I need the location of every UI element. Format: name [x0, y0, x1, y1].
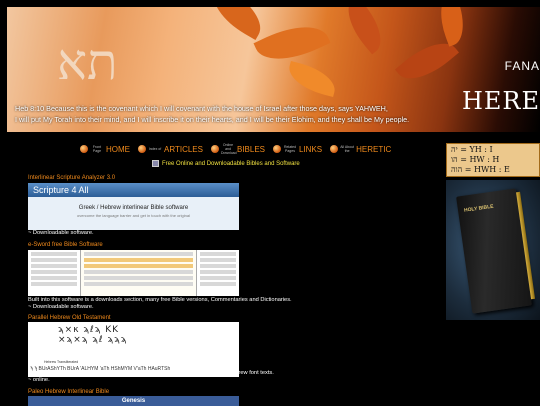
nav-bibles[interactable]: Online and Download BIBLES — [210, 143, 265, 155]
yhwh-line: יה = YH : I — [451, 145, 493, 154]
link-e-sword[interactable]: e-Sword free Bible Software — [28, 242, 103, 248]
verse-line-1: Heb 8:10 Because this is the covenant wh… — [15, 104, 388, 113]
bible-cover-title: HOLY BIBLE — [463, 203, 494, 214]
orange-ball-icon — [330, 145, 339, 153]
entry-description: The Parallel Hebrew Old Testament contai… — [28, 370, 274, 383]
bible-book-icon: HOLY BIBLE — [456, 188, 536, 314]
paleo-caption: Hebrew Transliterated — [44, 360, 79, 364]
nav-heretic[interactable]: All About the HERETIC — [330, 145, 391, 154]
verse-line-2: I will put My Torah into their mind, and… — [15, 115, 410, 124]
software-icon — [152, 160, 159, 167]
orange-ball-icon — [210, 145, 219, 153]
site-brand-line-2: HERE — [461, 87, 540, 115]
section-tagline: Free Online and Downloadable Bibles and … — [152, 160, 300, 167]
banner-verse: Heb 8:10 Because this is the covenant wh… — [15, 103, 435, 125]
nav-articles[interactable]: Index of ARTICLES — [138, 145, 203, 154]
e-sword-screenshot[interactable] — [28, 250, 239, 296]
nav-home[interactable]: Front Page HOME — [80, 145, 130, 154]
link-interlinear-scripture-analyzer[interactable]: Interlinear Scripture Analyzer 3.0 — [28, 175, 115, 181]
leaf-decoration — [203, 7, 271, 40]
leaf-decoration — [432, 7, 472, 47]
leaf-decoration — [336, 7, 393, 55]
paleo-glyph-line: ϡ×κ ϡℓϡ ΚK — [58, 325, 120, 335]
yhwh-line: הוה = HWH : E — [451, 165, 510, 174]
yhwh-name-box: יה = YH : I הו = HW : H הוה = HWH : E — [446, 143, 540, 177]
orange-ball-icon — [80, 145, 88, 153]
entry-description: ~ Downloadable software. — [28, 230, 94, 236]
scripture4all-banner-image[interactable]: Scripture 4 All Greek / Hebrew interline… — [28, 183, 239, 230]
entry-description: Built into this software is a downloads … — [28, 297, 292, 310]
scripture4all-heading: Greek / Hebrew interlinear Bible softwar… — [78, 205, 189, 211]
nav-links[interactable]: Related Pages LINKS — [273, 145, 322, 154]
paleo-hebrew-image[interactable]: ϡ×κ ϡℓϡ ΚK ×ϡ×ϡ ϡℓ ϡϡϡ Hebrew Transliter… — [28, 322, 239, 377]
holy-bible-image: HOLY BIBLE — [446, 180, 540, 320]
link-paleo-hebrew-interlinear[interactable]: Paleo Hebrew Interlinear Bible — [28, 389, 109, 395]
paleo-glyph-line: ×ϡ×ϡ ϡℓ ϡϡϡ — [58, 335, 128, 345]
orange-ball-icon — [138, 145, 146, 153]
scripture4all-subheading: overcome the language barrier and get in… — [77, 213, 190, 218]
site-brand-line-1: FANA — [504, 59, 540, 73]
yhwh-line: הו = HW : H — [451, 155, 500, 164]
hebrew-aleph-tav-logo: תא — [57, 33, 118, 91]
main-nav: Front Page HOME Index of ARTICLES Online a… — [80, 141, 391, 157]
header-banner: תא Heb 8:10 Because this is the covenant… — [7, 7, 540, 132]
link-parallel-hebrew-old-testament[interactable]: Parallel Hebrew Old Testament — [28, 315, 111, 321]
leaf-decoration — [284, 60, 340, 98]
scripture4all-logo: Scripture 4 All — [28, 183, 239, 197]
orange-ball-icon — [273, 145, 281, 153]
